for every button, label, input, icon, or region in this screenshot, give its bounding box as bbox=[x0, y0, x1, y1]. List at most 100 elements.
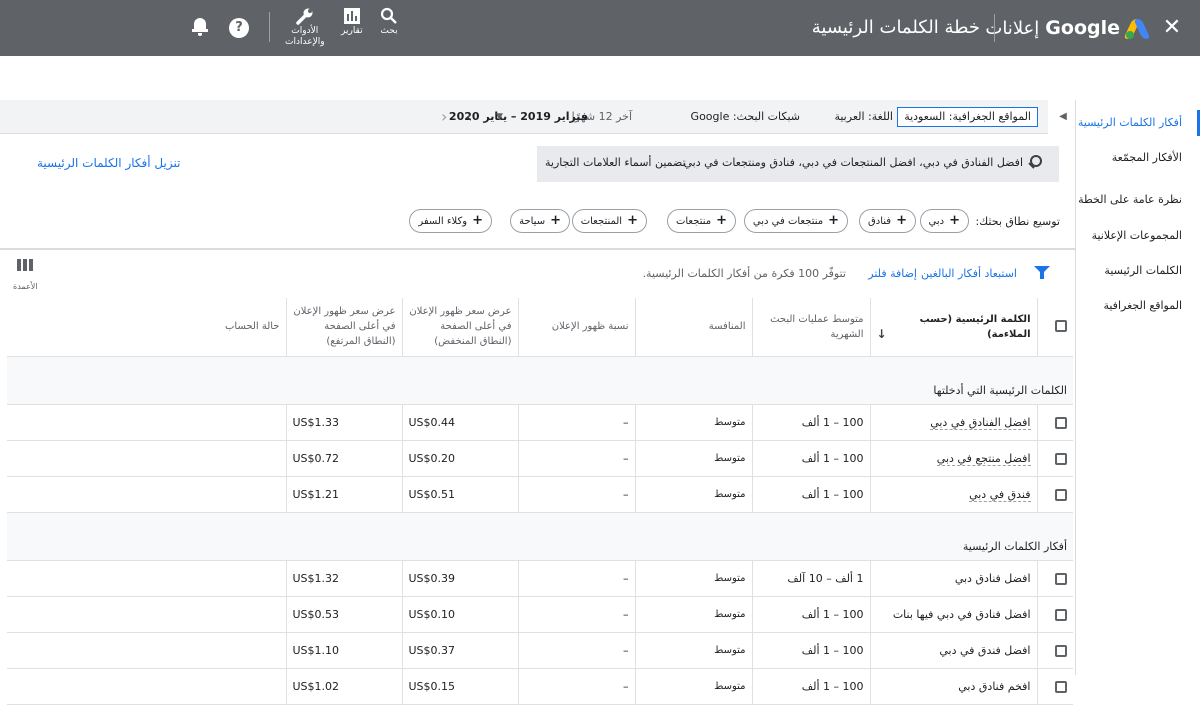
account-status-cell bbox=[7, 440, 286, 477]
keyword-text[interactable]: افضل منتجع في دبي bbox=[936, 451, 1031, 466]
broaden-chip[interactable]: +دبي bbox=[919, 209, 969, 233]
row-checkbox-cell bbox=[1036, 632, 1073, 669]
include-brands-toggle[interactable]: تضمين أسماء العلامات التجارية bbox=[545, 156, 686, 169]
volume-cell: 100 – 1 ألف bbox=[751, 632, 870, 669]
keyword-cell: افضل منتجع في دبي bbox=[869, 440, 1037, 477]
header-account-status[interactable]: حالة الحساب bbox=[7, 298, 286, 357]
bid-low-cell: US$0.51 bbox=[401, 476, 518, 513]
sidebar-item-ad-groups[interactable]: المجموعات الإعلانية bbox=[1075, 223, 1200, 249]
search-query[interactable]: افضل الفنادق في دبي، افضل المنتجعات في د… bbox=[683, 156, 1023, 169]
keyword-cell: افضل الفنادق في دبي bbox=[869, 404, 1037, 441]
select-all-checkbox[interactable] bbox=[1055, 320, 1067, 333]
broaden-chip[interactable]: +وكلاء السفر bbox=[409, 209, 492, 233]
google-ads-logo[interactable]: Google إعلانات bbox=[985, 14, 1151, 42]
keyword-cell[interactable]: افخم فنادق دبي bbox=[869, 668, 1037, 705]
keyword-cell[interactable]: افضل فنادق دبي bbox=[869, 560, 1037, 597]
keyword-cell[interactable]: افضل فنادق في دبي فيها بنات bbox=[869, 596, 1037, 633]
sidebar-item-grouped-ideas[interactable]: الأفكار المجمّعة bbox=[1075, 145, 1200, 171]
sidebar-item-keyword-ideas[interactable]: أفكار الكلمات الرئيسية bbox=[1075, 110, 1200, 136]
chevron-right-icon[interactable]: › bbox=[466, 100, 472, 134]
row-checkbox[interactable] bbox=[1055, 644, 1067, 657]
keyword-text[interactable]: فندق في دبي bbox=[969, 487, 1031, 502]
bid-low-cell: US$0.15 bbox=[401, 668, 518, 705]
row-checkbox-cell bbox=[1036, 476, 1073, 513]
broaden-chip[interactable]: +منتجعات في دبي bbox=[743, 209, 848, 233]
help-icon[interactable]: ? bbox=[229, 18, 249, 38]
locations-filter[interactable]: المواقع الجغرافية: السعودية bbox=[897, 107, 1038, 127]
header-impression-share[interactable]: نسبة ظهور الإعلان bbox=[517, 298, 635, 357]
tools-settings-button[interactable]: الأدوات والإعدادات bbox=[285, 6, 325, 48]
keyword-ideas-table: الكلمة الرئيسية (حسب الملاءمة) ↓ متوسط ع… bbox=[7, 298, 1073, 705]
account-status-cell bbox=[7, 560, 286, 597]
keyword-text[interactable]: افضل الفنادق في دبي bbox=[930, 415, 1031, 430]
close-icon[interactable]: ✕ bbox=[1158, 14, 1186, 42]
exclude-adult-link[interactable]: استبعاد أفكار البالغين bbox=[921, 267, 1017, 280]
bid-low-cell: US$0.37 bbox=[401, 632, 518, 669]
chevron-left-icon[interactable]: ‹ bbox=[441, 100, 447, 134]
bid-high-cell: US$0.72 bbox=[285, 440, 402, 477]
table-row[interactable]: افضل فندق في دبي 100 – 1 ألف متوسط – US$… bbox=[7, 632, 1073, 669]
section-row: الكلمات الرئيسية التي أدخلتها bbox=[7, 356, 1073, 405]
top-bar: ✕ Google إعلانات خطة الكلمات الرئيسية بح… bbox=[0, 0, 1200, 56]
row-checkbox[interactable] bbox=[1055, 608, 1067, 621]
language-filter[interactable]: اللغة: العربية bbox=[834, 100, 893, 134]
keyword-search-box[interactable]: افضل الفنادق في دبي، افضل المنتجعات في د… bbox=[537, 146, 1059, 182]
brand-google: Google bbox=[1045, 17, 1120, 39]
bid-high-cell: US$1.32 bbox=[285, 560, 402, 597]
sidebar-item-plan-overview[interactable]: نظرة عامة على الخطة bbox=[1075, 187, 1200, 213]
tools-label-2: والإعدادات bbox=[285, 37, 325, 47]
header-competition[interactable]: المنافسة bbox=[634, 298, 752, 357]
reports-button[interactable]: تقارير bbox=[341, 6, 363, 37]
header-keyword[interactable]: الكلمة الرئيسية (حسب الملاءمة) ↓ bbox=[869, 298, 1037, 357]
volume-cell: 1 ألف – 10 آلف bbox=[751, 560, 870, 597]
row-checkbox-cell bbox=[1036, 560, 1073, 597]
caret-down-icon[interactable]: ▼ bbox=[496, 100, 503, 134]
sort-down-arrow-icon[interactable]: ↓ bbox=[877, 327, 887, 342]
chip-label: منتجعات bbox=[675, 216, 712, 227]
header-bid-high[interactable]: عرض سعر ظهور الإعلان في أعلى الصفحة (الن… bbox=[285, 298, 402, 357]
bid-high-cell: US$1.02 bbox=[285, 668, 402, 705]
broaden-chip[interactable]: +منتجعات bbox=[666, 209, 736, 233]
search-icon bbox=[1027, 154, 1047, 174]
section-row: أفكار الكلمات الرئيسية bbox=[7, 512, 1073, 561]
header-bid-low[interactable]: عرض سعر ظهور الإعلان في أعلى الصفحة (الن… bbox=[401, 298, 518, 357]
google-ads-logo-icon bbox=[1123, 17, 1151, 39]
row-checkbox[interactable] bbox=[1055, 416, 1067, 429]
volume-cell: 100 – 1 ألف bbox=[751, 440, 870, 477]
volume-cell: 100 – 1 ألف bbox=[751, 668, 870, 705]
wrench-icon bbox=[296, 8, 313, 25]
competition-cell: متوسط bbox=[634, 632, 752, 669]
row-checkbox[interactable] bbox=[1055, 452, 1067, 465]
columns-icon[interactable] bbox=[17, 259, 35, 273]
notifications-bell-icon[interactable] bbox=[190, 16, 210, 36]
table-header-row: الكلمة الرئيسية (حسب الملاءمة) ↓ متوسط ع… bbox=[7, 298, 1073, 357]
table-row[interactable]: افضل فنادق دبي 1 ألف – 10 آلف متوسط – US… bbox=[7, 560, 1073, 597]
row-checkbox-cell bbox=[1036, 668, 1073, 705]
broaden-chip[interactable]: +المنتجعات bbox=[571, 209, 647, 233]
competition-cell: متوسط bbox=[634, 560, 752, 597]
keyword-cell[interactable]: افضل فندق في دبي bbox=[869, 632, 1037, 669]
reports-label: تقارير bbox=[341, 26, 363, 36]
networks-filter[interactable]: شبكات البحث: Google bbox=[691, 100, 800, 134]
bid-high-cell: US$1.21 bbox=[285, 476, 402, 513]
table-row[interactable]: فندق في دبي 100 – 1 ألف متوسط – US$0.51 … bbox=[7, 476, 1073, 513]
table-row[interactable]: افضل فنادق في دبي فيها بنات 100 – 1 ألف … bbox=[7, 596, 1073, 633]
sidebar-item-keywords[interactable]: الكلمات الرئيسية bbox=[1075, 258, 1200, 284]
broaden-chip[interactable]: +فنادق bbox=[859, 209, 916, 233]
bid-high-cell: US$0.53 bbox=[285, 596, 402, 633]
row-checkbox[interactable] bbox=[1055, 572, 1067, 585]
bid-high-cell: US$1.10 bbox=[285, 632, 402, 669]
broaden-chip[interactable]: +سياحة bbox=[510, 209, 570, 233]
sidebar-item-locations[interactable]: المواقع الجغرافية bbox=[1075, 293, 1200, 319]
header-volume[interactable]: متوسط عمليات البحث الشهرية bbox=[751, 298, 870, 357]
add-filter-button[interactable]: إضافة فلتر bbox=[868, 267, 917, 280]
row-checkbox[interactable] bbox=[1055, 488, 1067, 501]
collapse-sidebar-icon[interactable]: ◀ bbox=[1052, 100, 1074, 134]
table-row[interactable]: افضل الفنادق في دبي 100 – 1 ألف متوسط – … bbox=[7, 404, 1073, 441]
search-button[interactable]: بحث bbox=[380, 6, 398, 37]
table-row[interactable]: افخم فنادق دبي 100 – 1 ألف متوسط – US$0.… bbox=[7, 668, 1073, 705]
table-row[interactable]: افضل منتجع في دبي 100 – 1 ألف متوسط – US… bbox=[7, 440, 1073, 477]
competition-cell: متوسط bbox=[634, 668, 752, 705]
download-ideas-link[interactable]: تنزيل أفكار الكلمات الرئيسية bbox=[37, 156, 180, 170]
row-checkbox[interactable] bbox=[1055, 680, 1067, 693]
